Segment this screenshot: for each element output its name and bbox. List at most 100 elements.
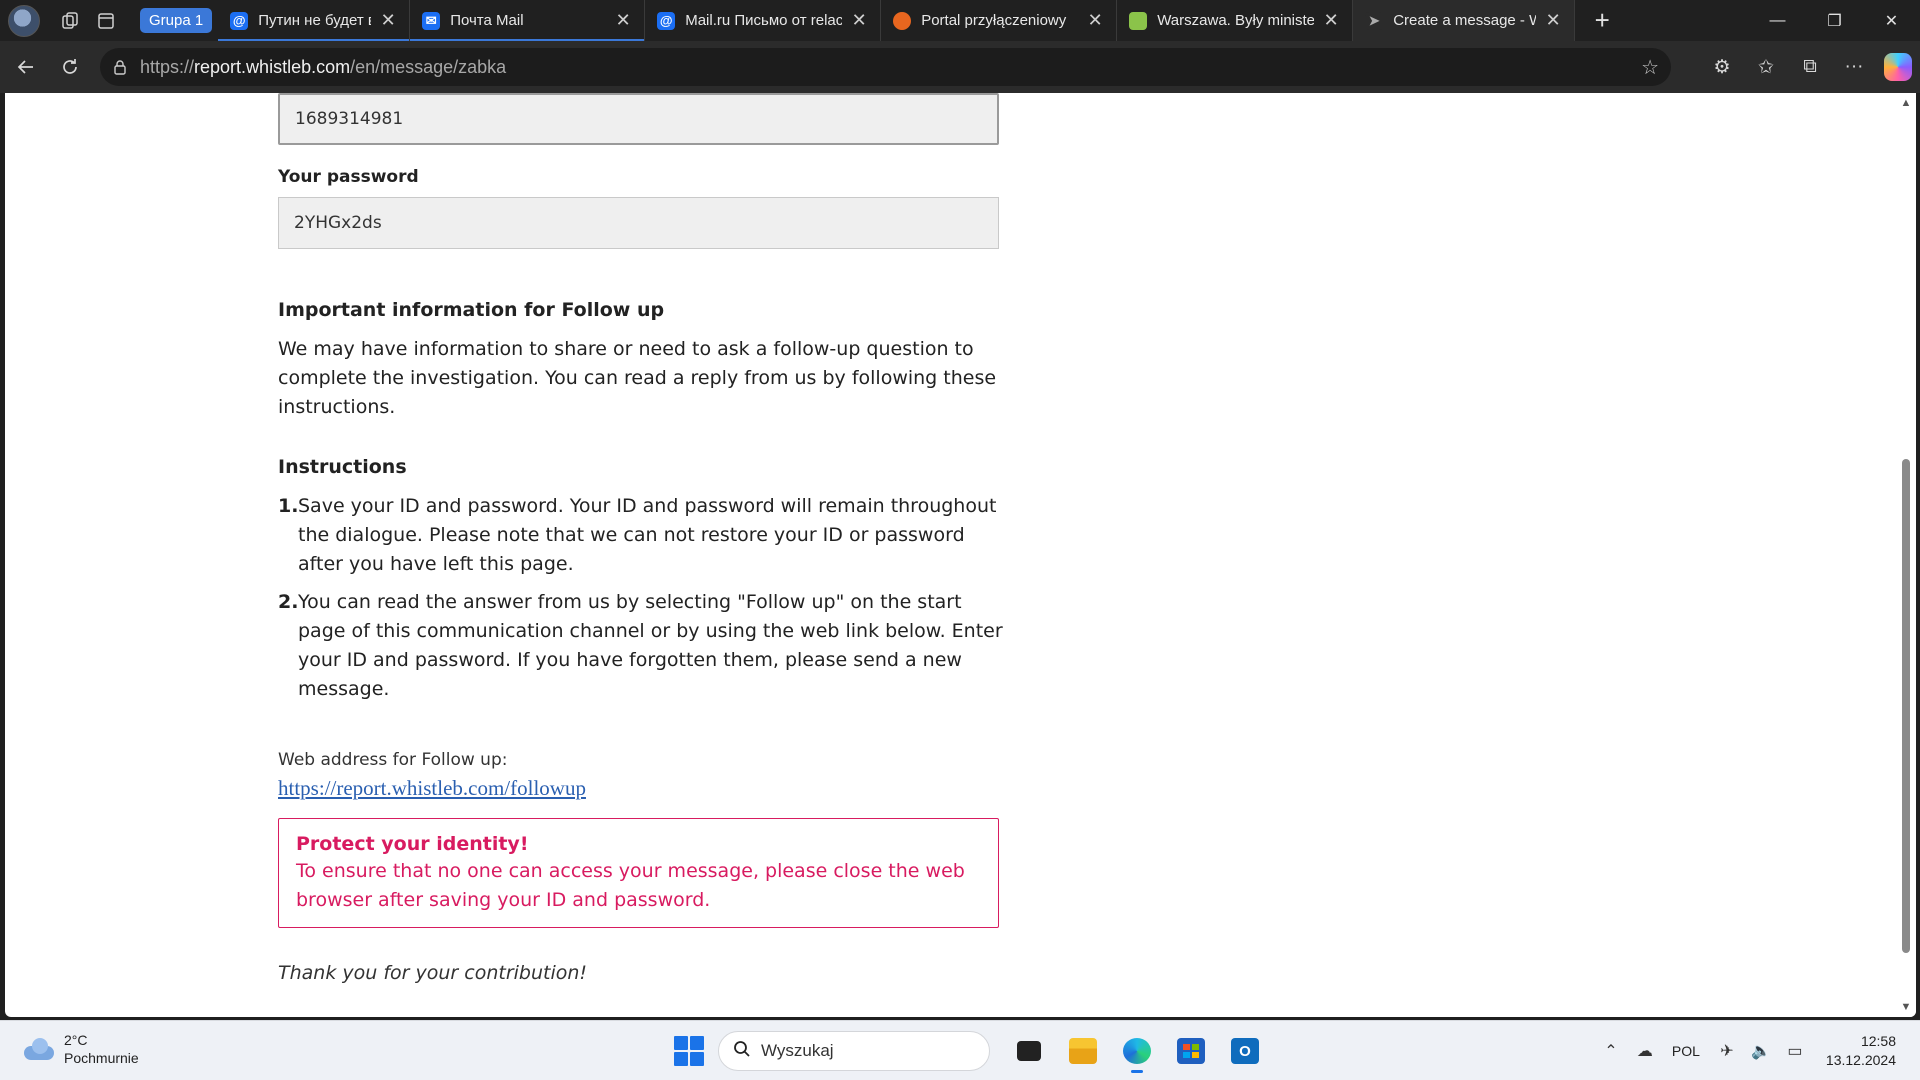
task-view-icon[interactable] (1004, 1029, 1054, 1073)
weather-desc: Pochmurnie (64, 1050, 139, 1066)
id-field[interactable]: 1689314981 (278, 93, 999, 145)
bird-icon: ➤ (1365, 11, 1384, 30)
weather-widget[interactable]: 2°C Pochmurnie (20, 1031, 139, 1067)
at-sign-icon: @ (230, 11, 249, 30)
followup-link[interactable]: https://report.whistleb.com/followup (278, 776, 586, 801)
scroll-down-arrow-icon[interactable]: ▼ (1900, 1001, 1912, 1013)
instructions-heading: Instructions (278, 456, 407, 478)
minimize-icon[interactable]: — (1749, 0, 1806, 41)
cloud-icon (20, 1038, 54, 1060)
volume-icon[interactable]: 🔈 (1744, 1041, 1778, 1061)
file-explorer-icon[interactable] (1058, 1029, 1108, 1073)
outlook-icon[interactable]: O (1220, 1029, 1270, 1073)
window-controls: — ❐ ✕ (1749, 0, 1920, 41)
list-number: 1. (278, 495, 299, 517)
refresh-icon[interactable] (48, 45, 92, 89)
tab-pochta-mail[interactable]: ✉ Почта Mail ✕ (410, 0, 646, 41)
clock-date: 13.12.2024 (1825, 1052, 1896, 1068)
close-tab-icon[interactable]: ✕ (614, 10, 632, 31)
edge-browser-icon[interactable] (1112, 1029, 1162, 1073)
scrollbar[interactable]: ▲ ▼ (1896, 93, 1916, 1017)
workspaces-icon[interactable] (52, 6, 88, 36)
toolbar-right: ⚙ ✩ ⧉ ··· (1700, 41, 1920, 93)
followup-text: We may have information to share or need… (278, 338, 997, 418)
tab-actions-icon[interactable] (88, 6, 124, 36)
tab-title: Почта Mail (450, 12, 524, 29)
identity-alert: Protect your identity! To ensure that no… (278, 818, 999, 928)
search-placeholder: Wyszukaj (761, 1041, 834, 1060)
followup-heading: Important information for Follow up (278, 299, 665, 321)
windows-taskbar: 2°C Pochmurnie Wyszukaj O ⌃ ☁ POL ✈ 🔈 ▭ … (0, 1020, 1920, 1080)
tab-title: Warszawa. Były minister (1157, 12, 1315, 29)
favorites-icon[interactable]: ✩ (1744, 45, 1788, 89)
language-indicator[interactable]: POL (1672, 1043, 1700, 1059)
list-text: Save your ID and password. Your ID and p… (298, 495, 997, 575)
scrollbar-thumb[interactable] (1902, 459, 1910, 953)
new-tab-button[interactable]: + (1587, 5, 1617, 36)
tab-create-message[interactable]: ➤ Create a message - Whi ✕ (1353, 0, 1576, 41)
back-arrow-icon[interactable] (4, 45, 48, 89)
windows-start-icon[interactable] (674, 1036, 704, 1066)
flame-icon (893, 11, 912, 30)
alert-title: Protect your identity! (296, 833, 529, 855)
tab-strip: Grupa 1 @ Путин не будет встречать ✕ ✉ П… (0, 0, 1920, 41)
news-icon (1129, 11, 1148, 30)
close-tab-icon[interactable]: ✕ (1086, 10, 1104, 31)
password-value: 2YHGx2ds (294, 213, 382, 233)
url-text: https://report.whistleb.com/en/message/z… (140, 56, 507, 77)
web-address-label: Web address for Follow up: (278, 750, 508, 770)
lock-icon[interactable] (100, 59, 140, 75)
onedrive-cloud-icon[interactable]: ☁ (1628, 1041, 1662, 1061)
tab-group-label[interactable]: Grupa 1 (140, 8, 213, 33)
close-window-icon[interactable]: ✕ (1863, 0, 1920, 41)
tab-title: Путин не будет встречать (258, 12, 371, 29)
list-number: 2. (278, 591, 299, 613)
tab-title: Create a message - Whi (1393, 12, 1537, 29)
close-tab-icon[interactable]: ✕ (1544, 10, 1562, 31)
taskbar-apps: Wyszukaj O (660, 1029, 1272, 1073)
scroll-up-arrow-icon[interactable]: ▲ (1900, 97, 1912, 109)
message-confirmation: 1689314981 Your password 2YHGx2ds Import… (278, 93, 1003, 984)
tab-mailru-letter[interactable]: @ Mail.ru Письмо от relac ✕ (645, 0, 882, 41)
profile-avatar[interactable] (8, 4, 40, 37)
copilot-icon[interactable] (1884, 53, 1912, 81)
clock[interactable]: 12:58 13.12.2024 (1826, 1032, 1896, 1070)
restore-icon[interactable]: ❐ (1806, 0, 1863, 41)
tab-title: Mail.ru Письмо от relac (685, 12, 843, 29)
tab-putin[interactable]: @ Путин не будет встречать ✕ (218, 0, 411, 41)
microsoft-store-icon[interactable] (1166, 1029, 1216, 1073)
favorite-star-icon[interactable]: ☆ (1641, 55, 1659, 80)
weather-text: 2°C Pochmurnie (64, 1031, 139, 1067)
chevron-up-icon[interactable]: ⌃ (1594, 1041, 1628, 1061)
page-viewport: 1689314981 Your password 2YHGx2ds Import… (5, 93, 1916, 1017)
password-label: Your password (278, 167, 419, 187)
close-tab-icon[interactable]: ✕ (1322, 10, 1340, 31)
thanks-text: Thank you for your contribution! (278, 962, 588, 984)
tab-warszawa[interactable]: Warszawa. Były minister ✕ (1117, 0, 1354, 41)
extensions-icon[interactable]: ⚙ (1700, 45, 1744, 89)
weather-temp: 2°C (64, 1032, 88, 1048)
at-sign-icon: @ (657, 11, 676, 30)
battery-icon[interactable]: ▭ (1778, 1041, 1812, 1061)
alert-text: To ensure that no one can access your me… (296, 860, 965, 911)
collections-icon[interactable]: ⧉ (1788, 45, 1832, 89)
browser-toolbar: https://report.whistleb.com/en/message/z… (0, 41, 1920, 93)
tab-portal[interactable]: Portal przyłączeniowy ✕ (881, 0, 1118, 41)
close-tab-icon[interactable]: ✕ (379, 10, 397, 31)
tab-title: Portal przyłączeniowy (921, 12, 1067, 29)
search-icon (733, 1040, 751, 1063)
system-tray: ⌃ ☁ POL ✈ 🔈 ▭ 12:58 13.12.2024 (1594, 1021, 1920, 1080)
address-bar[interactable]: https://report.whistleb.com/en/message/z… (100, 48, 1671, 86)
instructions-list: 1. Save your ID and password. Your ID an… (278, 492, 1003, 704)
password-field[interactable]: 2YHGx2ds (278, 197, 999, 249)
id-value: 1689314981 (295, 109, 404, 129)
more-menu-icon[interactable]: ··· (1832, 45, 1876, 89)
list-item: 2. You can read the answer from us by se… (278, 588, 1003, 704)
list-text: You can read the answer from us by selec… (298, 591, 1003, 700)
taskbar-search[interactable]: Wyszukaj (718, 1031, 990, 1071)
airplane-mode-icon[interactable]: ✈ (1710, 1041, 1744, 1061)
close-tab-icon[interactable]: ✕ (850, 10, 868, 31)
clock-time: 12:58 (1860, 1033, 1896, 1049)
list-item: 1. Save your ID and password. Your ID an… (278, 492, 1003, 579)
mail-icon: ✉ (422, 11, 441, 30)
